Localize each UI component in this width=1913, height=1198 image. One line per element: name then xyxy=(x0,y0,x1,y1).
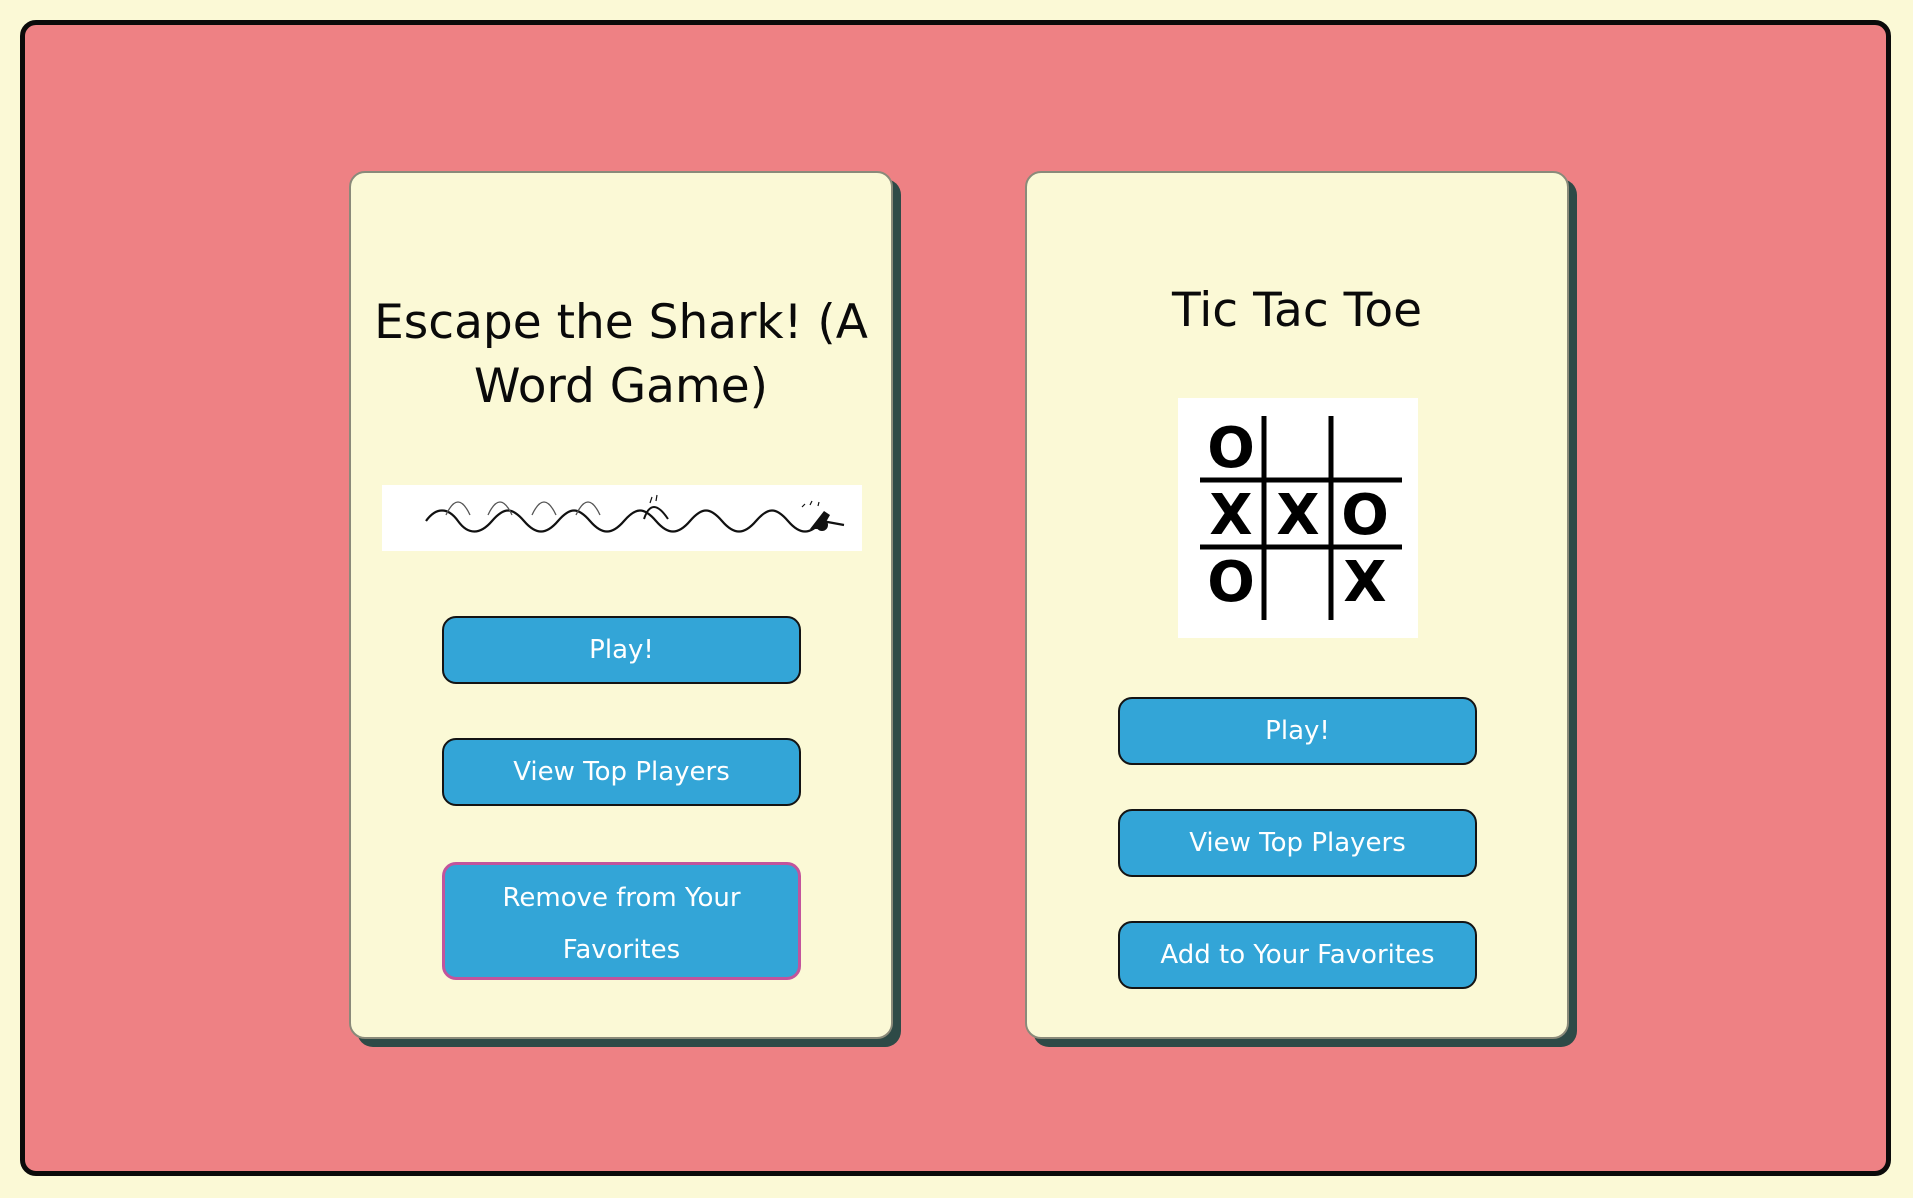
board-cell-mark: O xyxy=(1207,550,1255,615)
game-card-tic-tac-toe: Tic Tac Toe OXXOOX Play! View Top Player… xyxy=(1025,171,1569,1039)
play-button[interactable]: Play! xyxy=(442,616,801,684)
game-title: Escape the Shark! (A Word Game) xyxy=(374,295,868,414)
game-card-escape-the-shark: Escape the Shark! (A Word Game) Play! Vi… xyxy=(349,171,893,1039)
game-thumbnail: OXXOOX xyxy=(1178,398,1418,638)
game-title: Tic Tac Toe xyxy=(1171,283,1422,338)
view-top-players-button[interactable]: View Top Players xyxy=(1118,809,1477,877)
add-to-favorites-button[interactable]: Add to Your Favorites xyxy=(1118,921,1477,989)
remove-from-favorites-button[interactable]: Remove from Your Favorites xyxy=(442,862,801,980)
board-cell-mark: O xyxy=(1341,483,1389,548)
play-button[interactable]: Play! xyxy=(1118,697,1477,765)
board-cell-mark: X xyxy=(1276,483,1319,548)
board-cell-mark: O xyxy=(1207,416,1255,481)
board-cell-mark: X xyxy=(1343,550,1386,615)
shark-wave-swimmer-icon xyxy=(425,494,845,533)
tic-tac-toe-board-icon: OX X OO X xyxy=(1200,416,1402,620)
view-top-players-button[interactable]: View Top Players xyxy=(442,738,801,806)
board-cell-mark: X xyxy=(1209,483,1252,548)
game-thumbnail xyxy=(382,485,862,551)
games-panel: Escape the Shark! (A Word Game) Play! Vi… xyxy=(20,20,1891,1176)
